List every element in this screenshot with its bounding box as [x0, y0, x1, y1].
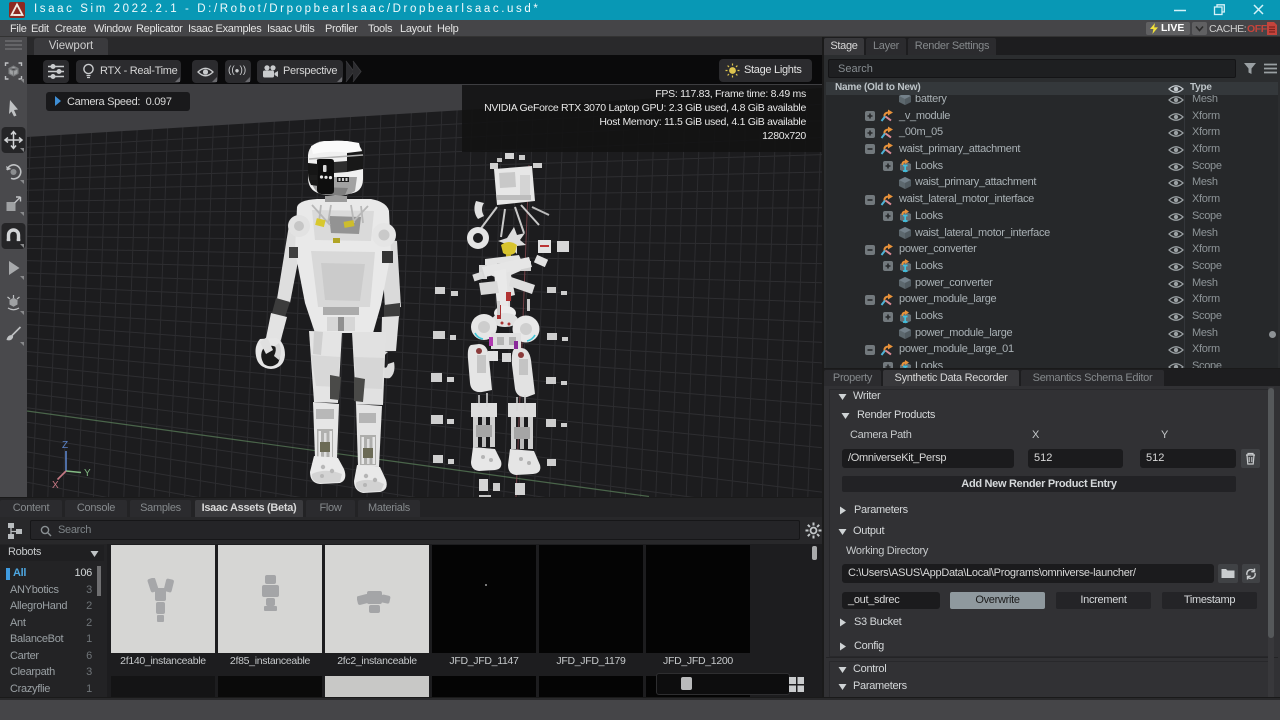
svg-text:X: X: [52, 480, 59, 491]
svg-text:Y: Y: [84, 468, 91, 479]
svg-text:Z: Z: [62, 440, 68, 451]
